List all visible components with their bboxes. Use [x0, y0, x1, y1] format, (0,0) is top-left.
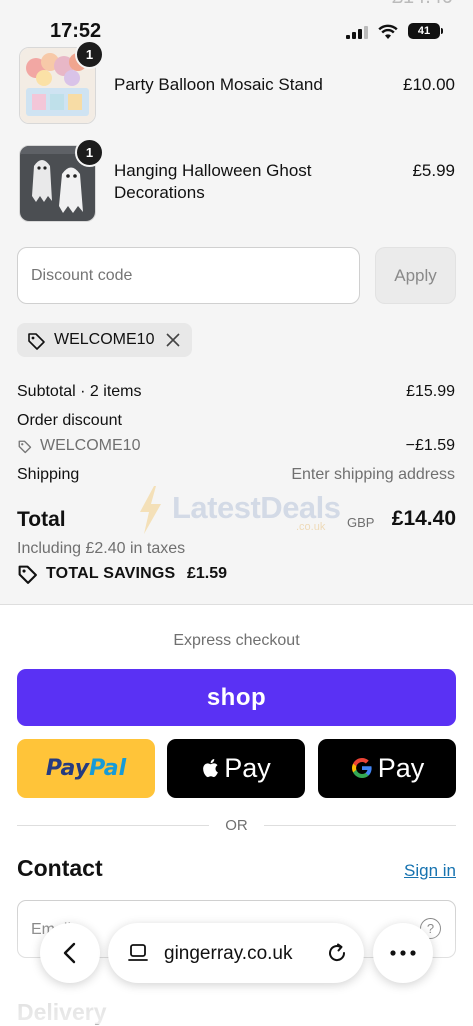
shipping-value: Enter shipping address: [291, 466, 455, 483]
google-pay-button[interactable]: Pay: [318, 739, 456, 798]
savings-tag-icon: [18, 565, 37, 584]
discount-code-input[interactable]: [17, 247, 360, 304]
cellular-signal-icon: [346, 26, 368, 39]
total-savings-label: TOTAL SAVINGS: [46, 565, 176, 582]
apple-pay-label: Pay: [224, 753, 271, 783]
delivery-heading: Delivery: [17, 999, 107, 1025]
product-price: £5.99: [412, 161, 455, 180]
wifi-icon: [378, 24, 398, 39]
apple-logo-icon: [203, 759, 219, 778]
section-divider: [0, 604, 473, 605]
chevron-left-icon: [63, 942, 76, 964]
shipping-label: Shipping: [17, 466, 80, 483]
browser-back-button[interactable]: [40, 923, 100, 983]
tag-icon: [18, 440, 32, 454]
order-discount-value: −£1.59: [405, 437, 455, 454]
tag-icon: [28, 333, 45, 350]
order-discount-code: WELCOME10: [40, 437, 141, 454]
subtotal-value: £15.99: [406, 383, 455, 400]
apple-pay-button[interactable]: Pay: [167, 739, 305, 798]
contact-heading: Contact: [17, 855, 103, 881]
taxes-note: Including £2.40 in taxes: [17, 540, 186, 557]
order-discount-label: Order discount: [17, 412, 122, 429]
google-g-icon: [351, 758, 372, 778]
or-divider-right: [264, 825, 456, 826]
product-name: Party Balloon Mosaic Stand: [114, 75, 323, 94]
total-currency: GBP: [347, 515, 375, 530]
battery-tip: [441, 28, 443, 34]
remove-discount-icon[interactable]: [165, 332, 181, 348]
total-label: Total: [17, 508, 66, 531]
status-time: 17:52: [50, 20, 102, 42]
paypal-button[interactable]: PayPal: [17, 739, 155, 798]
watermark-logo: LatestDeals .co.uk: [136, 486, 346, 536]
apply-discount-button[interactable]: Apply: [375, 247, 456, 304]
watermark-domain: .co.uk: [296, 521, 326, 533]
paypal-logo-part2: Pal: [89, 756, 127, 781]
battery-icon: 41: [408, 23, 440, 39]
google-pay-label: Pay: [377, 753, 425, 783]
express-checkout-heading: Express checkout: [173, 632, 300, 649]
total-value: £14.40: [391, 507, 456, 530]
applied-discount-chip: WELCOME10: [17, 323, 192, 357]
item-quantity-badge: 1: [75, 138, 104, 167]
applied-discount-code: WELCOME10: [54, 331, 155, 348]
product-name: Hanging Halloween Ghost Decorations: [114, 161, 312, 202]
lightning-bolt-icon: [140, 486, 161, 534]
browser-more-button[interactable]: [373, 923, 433, 983]
browser-url: gingerray.co.uk: [164, 943, 293, 964]
product-price: £10.00: [403, 75, 455, 94]
reload-icon[interactable]: [326, 942, 348, 964]
item-quantity-badge: 1: [75, 40, 104, 69]
more-dots-icon: [390, 950, 416, 956]
subtotal-label: Subtotal · 2 items: [17, 383, 142, 400]
browser-address-bar[interactable]: gingerray.co.uk: [108, 923, 364, 983]
paypal-logo-part1: Pay: [45, 756, 90, 781]
page-menu-icon: [128, 944, 148, 961]
status-bar: 17:52 41: [0, 0, 473, 44]
total-savings-value: £1.59: [187, 565, 228, 582]
sign-in-link[interactable]: Sign in: [404, 861, 456, 881]
shop-pay-button[interactable]: shop: [17, 669, 456, 726]
